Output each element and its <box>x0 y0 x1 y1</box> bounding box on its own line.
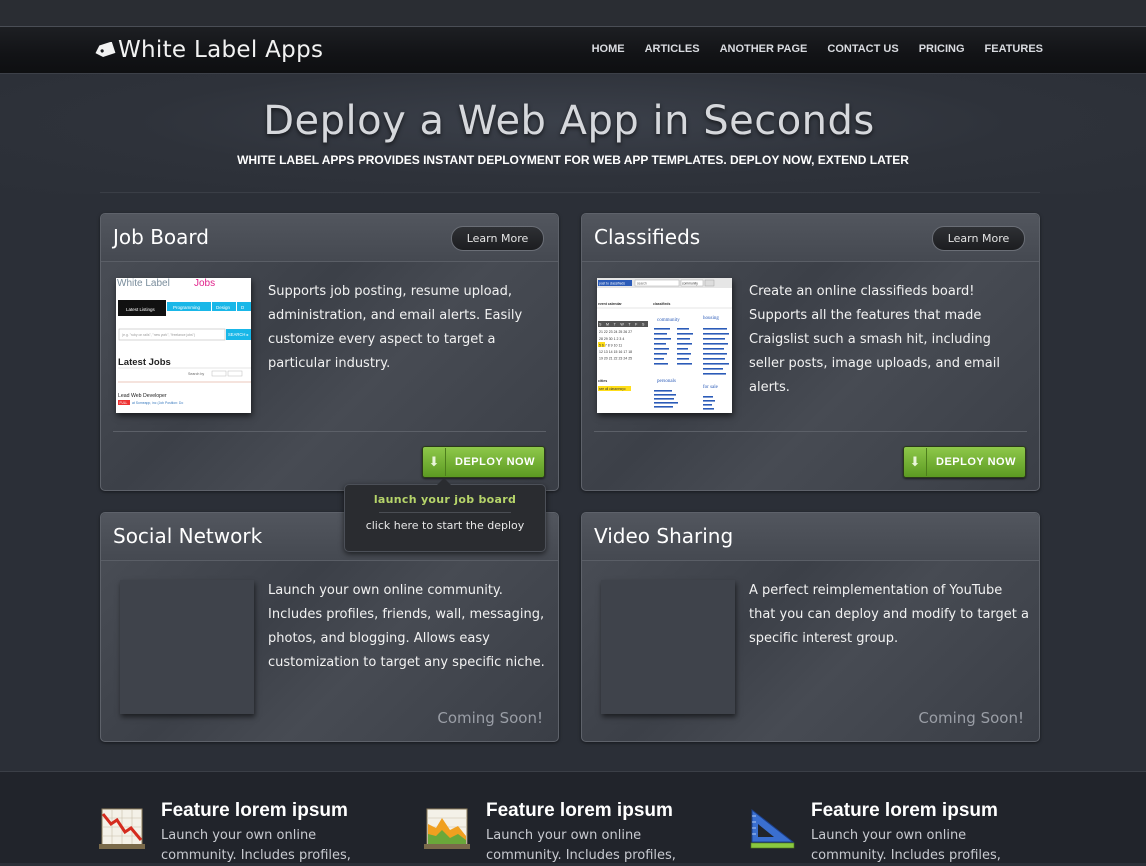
thumb-cal-row-1: 21 22 23 24 25 26 27 <box>599 330 632 334</box>
thumbnail-placeholder <box>601 580 735 714</box>
tooltip-title: launch your job board <box>373 493 517 506</box>
deploy-label: DEPLOY NOW <box>455 456 535 468</box>
thumb-col-classifieds: classifieds <box>653 302 670 306</box>
thumb-listing-meta: at Someapp, inc (Job Position: Do <box>132 401 183 405</box>
main-nav: HOME ARTICLES ANOTHER PAGE CONTACT US PR… <box>572 41 1043 57</box>
card-title: Social Network <box>113 524 263 548</box>
card-header: Job Board Learn More <box>101 214 558 262</box>
thumb-community: community <box>657 318 680 323</box>
classifieds-thumbnail[interactable]: post to classifieds search community eve… <box>597 278 732 413</box>
card-title: Video Sharing <box>594 524 734 548</box>
learn-more-button[interactable]: Learn More <box>451 226 544 251</box>
deploy-label: DEPLOY NOW <box>936 456 1016 468</box>
card-title: Classifieds <box>594 225 701 249</box>
card-description: Launch your own online community. Includ… <box>268 583 545 670</box>
nav-another-page[interactable]: ANOTHER PAGE <box>720 41 808 57</box>
feature-title: Feature lorem ipsum <box>811 800 998 821</box>
thumb-community-select: community <box>682 282 698 286</box>
coming-soon-label: Coming Soon! <box>437 709 543 727</box>
thumb-tab-1: Latest Listings <box>126 307 156 312</box>
feature-title: Feature lorem ipsum <box>486 800 673 821</box>
thumb-search-btn: SEARCH ▸ <box>228 332 249 337</box>
feature-title: Feature lorem ipsum <box>161 800 348 821</box>
nav-pricing[interactable]: PRICING <box>919 41 965 57</box>
job-board-thumbnail[interactable]: White Label Jobs Latest Listings Program… <box>116 278 251 413</box>
thumb-all-cities: see all classnewyo <box>599 387 626 391</box>
thumb-search-by: Search by <box>188 372 204 376</box>
hero-divider <box>100 192 1040 193</box>
feature-text: Launch your own online community. Includ… <box>486 828 676 863</box>
download-arrow-icon: ⬇ <box>423 448 446 476</box>
card-separator <box>594 431 1027 432</box>
thumb-cal-row-5: 19 20 21 22 23 24 25 <box>599 357 632 361</box>
thumb-personals: personals <box>657 379 676 384</box>
thumb-listing: Lead Web Developer <box>118 393 167 399</box>
card-title: Job Board <box>113 225 209 249</box>
thumb-tab-3: Design <box>216 305 231 310</box>
line-chart-down-icon <box>99 808 145 849</box>
thumb-tab-2: Programming <box>173 305 201 310</box>
hero-subtitle: WHITE LABEL APPS PROVIDES INSTANT DEPLOY… <box>237 153 909 167</box>
deploy-now-button[interactable]: ⬇ DEPLOY NOW <box>422 446 545 478</box>
thumb-listing-tag: FULL <box>120 401 128 405</box>
feature-text: Launch your own online community. Includ… <box>811 828 1001 863</box>
card-job-board: Job Board Learn More White Label Jobs La… <box>100 213 559 491</box>
card-description: Create an online classifieds board! Supp… <box>749 284 1000 395</box>
card-separator <box>113 431 546 432</box>
card-description: A perfect reimplementation of YouTube th… <box>749 583 1029 646</box>
feature-item: Feature lorem ipsum Launch your own onli… <box>749 800 1049 863</box>
thumb-post: post to classifieds <box>599 282 625 286</box>
brand-logo[interactable]: White Label Apps <box>94 36 323 64</box>
feature-item: Feature lorem ipsum Launch your own onli… <box>99 800 399 863</box>
deploy-tooltip[interactable]: launch your job board click here to star… <box>344 478 546 552</box>
learn-more-button[interactable]: Learn More <box>932 226 1025 251</box>
thumb-for-sale: for sale <box>703 385 719 390</box>
nav-home[interactable]: HOME <box>592 41 625 57</box>
thumb-cal-row-4: 12 13 14 15 16 17 18 <box>599 350 632 354</box>
tag-icon <box>95 42 116 57</box>
thumb-logo: White Label <box>117 278 170 289</box>
thumb-cal-row-2: 28 29 30 1 2 3 4 <box>599 337 624 341</box>
deploy-now-button[interactable]: ⬇ DEPLOY NOW <box>903 446 1026 478</box>
brand-name: White Label Apps <box>118 37 324 63</box>
tooltip-arrow <box>437 478 451 485</box>
thumb-search: (e.g. "ruby on rails", "new york", "free… <box>122 333 195 337</box>
nav-features[interactable]: FEATURES <box>985 41 1043 57</box>
download-arrow-icon: ⬇ <box>904 448 927 476</box>
nav-contact-us[interactable]: CONTACT US <box>827 41 898 57</box>
thumb-cal-head: SMTWTFS <box>599 323 649 327</box>
thumb-heading: Latest Jobs <box>118 357 171 368</box>
feature-text: Launch your own online community. Includ… <box>161 828 351 863</box>
nav-articles[interactable]: ARTICLES <box>645 41 700 57</box>
thumbnail-placeholder <box>120 580 254 714</box>
thumb-col-events: event calendar <box>598 302 622 306</box>
card-header: Classifieds Learn More <box>582 214 1039 262</box>
thumb-cal-row-3: 5 6 7 8 9 10 11 <box>599 344 622 348</box>
thumb-cities: cities <box>598 379 607 383</box>
coming-soon-label: Coming Soon! <box>918 709 1024 727</box>
tooltip-subtitle: click here to start the deploy <box>365 519 525 532</box>
card-classifieds: Classifieds Learn More post to classifie… <box>581 213 1040 491</box>
top-strip <box>0 0 1146 27</box>
ruler-triangle-icon <box>750 808 795 849</box>
thumb-logo-jobs: Jobs <box>194 278 215 289</box>
thumb-housing: housing <box>703 316 719 321</box>
feature-item: Feature lorem ipsum Launch your own onli… <box>424 800 724 863</box>
hero-title: Deploy a Web App in Seconds <box>263 98 875 144</box>
thumb-search: search <box>637 282 647 286</box>
tooltip-separator <box>379 512 511 513</box>
card-video-sharing: Video Sharing A perfect reimplementation… <box>581 512 1040 742</box>
card-header: Video Sharing <box>582 513 1039 561</box>
area-chart-icon <box>424 808 470 849</box>
card-description: Supports job posting, resume upload, adm… <box>268 284 523 371</box>
